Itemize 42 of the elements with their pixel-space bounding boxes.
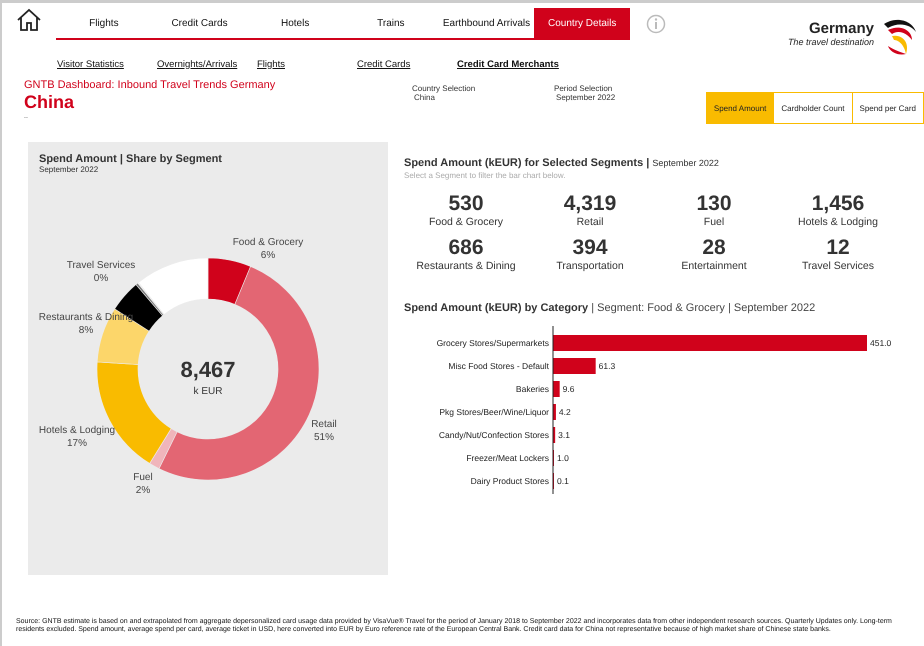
panel-title: Spend Amount | Share by Segment bbox=[39, 153, 223, 165]
bar-value: 4.2 bbox=[558, 407, 571, 417]
logo-title: Germany bbox=[808, 20, 874, 37]
bar-value: 451.0 bbox=[870, 338, 892, 348]
slice-share: 2% bbox=[136, 485, 150, 496]
hint-text: Select a Segment to filter the bar chart below. bbox=[404, 171, 566, 180]
slice-share: 0% bbox=[94, 273, 108, 284]
total-value: 8,467 bbox=[180, 357, 236, 382]
slice-share: 8% bbox=[78, 325, 94, 336]
panel-subtitle: September 2022 bbox=[39, 165, 100, 174]
panel-title: Spend Amount (kEUR) by Category bbox=[404, 302, 590, 314]
dashboard-title: GNTB Dashboard: Inbound Travel Trends Germany bbox=[24, 79, 276, 91]
bar-label: Grocery Stores/Supermarkets bbox=[436, 338, 549, 348]
slice-label: Retail bbox=[311, 419, 337, 430]
slice-label: Hotels & Lodging bbox=[38, 425, 116, 436]
bar-value: 1.0 bbox=[557, 453, 569, 463]
bar-label: Bakeries bbox=[516, 384, 549, 394]
total-unit: k EUR bbox=[194, 386, 222, 397]
filter-label: Country Selection bbox=[412, 84, 476, 93]
bar-value: 61.3 bbox=[598, 361, 616, 371]
slice-share: 51% bbox=[314, 432, 334, 443]
bar-value: 3.1 bbox=[558, 430, 570, 440]
slice-label: Fuel bbox=[133, 472, 153, 483]
panel-context: | Segment: Food & Grocery | September 2022 bbox=[591, 302, 816, 314]
bar-label: Candy/Nut/Confection Stores bbox=[438, 430, 549, 440]
bar-label: Dairy Product Stores bbox=[470, 476, 549, 486]
filter-value: China bbox=[413, 93, 436, 102]
slice-label: Food & Grocery bbox=[232, 237, 304, 248]
panel-title: Spend Amount (kEUR) for Selected Segments | bbox=[404, 157, 650, 169]
bar-label: Misc Food Stores - Default bbox=[448, 361, 549, 371]
bar-value: 9.6 bbox=[562, 384, 574, 394]
panel-period: September 2022 bbox=[652, 158, 719, 168]
slice-share: 6% bbox=[260, 250, 276, 261]
filter-value: September 2022 bbox=[555, 93, 616, 102]
slice-label: Travel Services bbox=[66, 260, 136, 271]
country-name: China bbox=[24, 91, 76, 113]
filter-label: Period Selection bbox=[554, 84, 614, 93]
logo-tagline: The travel destination bbox=[788, 37, 874, 47]
bar-label: Freezer/Meat Lockers bbox=[466, 453, 549, 463]
slice-share: 17% bbox=[67, 438, 87, 449]
bar-value: 0.1 bbox=[557, 476, 569, 486]
bar-label: Pkg Stores/Beer/Wine/Liquor bbox=[439, 407, 549, 417]
